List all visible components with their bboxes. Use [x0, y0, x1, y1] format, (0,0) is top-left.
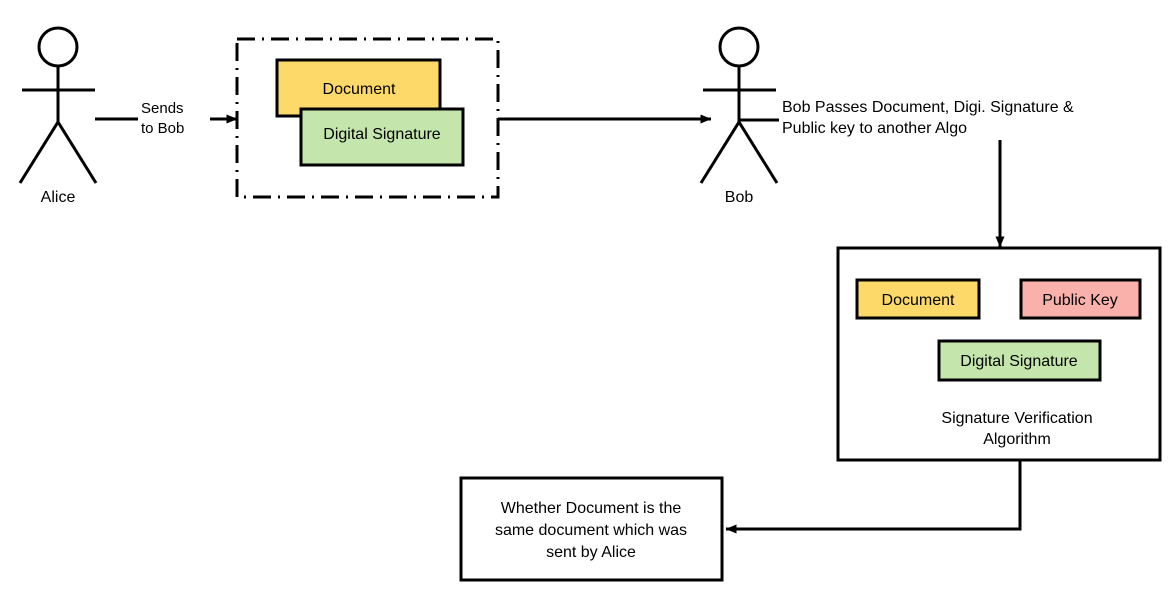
algorithm-document-label: Document	[882, 292, 955, 309]
verification-result-box: Whether Document is the same document wh…	[459, 476, 724, 582]
bob-passes-label-line1: Bob Passes Document, Digi. Signature &	[782, 99, 1074, 116]
alice-label: Alice	[41, 189, 76, 206]
result-text-line3: sent by Alice	[546, 544, 636, 561]
digital-signature-diagram: Alice Sends to Bob Document Digital Sign…	[18, 26, 1162, 582]
edge-alice-to-packet: Sends to Bob	[95, 96, 238, 140]
bob-head-icon	[718, 26, 760, 68]
diagram-canvas: Alice Sends to Bob Document Digital Sign…	[0, 0, 1172, 593]
result-text-line1: Whether Document is the	[501, 500, 682, 517]
algorithm-public-key-label: Public Key	[1042, 292, 1118, 309]
alice-head-icon	[37, 26, 79, 68]
sends-to-bob-label-line2: to Bob	[141, 120, 184, 137]
algorithm-caption-line2: Algorithm	[983, 431, 1051, 448]
bob-label: Bob	[725, 189, 754, 206]
algorithm-caption-line1: Signature Verification	[941, 410, 1092, 427]
bob-right-leg	[737, 121, 779, 184]
algorithm-input-public-key: Public Key	[1019, 278, 1142, 320]
bob-passes-label-line2: Public key to another Algo	[782, 120, 967, 137]
packet-signature-box: Digital Signature	[299, 107, 465, 167]
packet-signature-label: Digital Signature	[323, 126, 441, 143]
bob-left-leg	[699, 121, 741, 184]
actor-bob: Bob	[699, 26, 779, 206]
edge-bob-to-algorithm: Bob Passes Document, Digi. Signature & P…	[739, 92, 1119, 248]
algorithm-digital-signature-label: Digital Signature	[960, 353, 1078, 370]
algorithm-input-document: Document	[855, 278, 981, 320]
result-text-line2: same document which was	[495, 522, 687, 539]
actor-alice: Alice	[18, 26, 98, 206]
signature-verification-algorithm-box: Document Public Key Digital Signature Si…	[836, 246, 1162, 462]
algorithm-input-digital-signature: Digital Signature	[937, 339, 1102, 382]
signed-packet-container: Document Digital Signature	[235, 37, 500, 199]
alice-left-leg	[18, 121, 60, 184]
alice-right-leg	[56, 121, 98, 184]
edge-algorithm-to-result	[725, 460, 1022, 534]
sends-to-bob-label-line1: Sends	[141, 100, 184, 117]
packet-document-label: Document	[323, 81, 396, 98]
algorithm-to-result-arrow	[725, 460, 1022, 534]
